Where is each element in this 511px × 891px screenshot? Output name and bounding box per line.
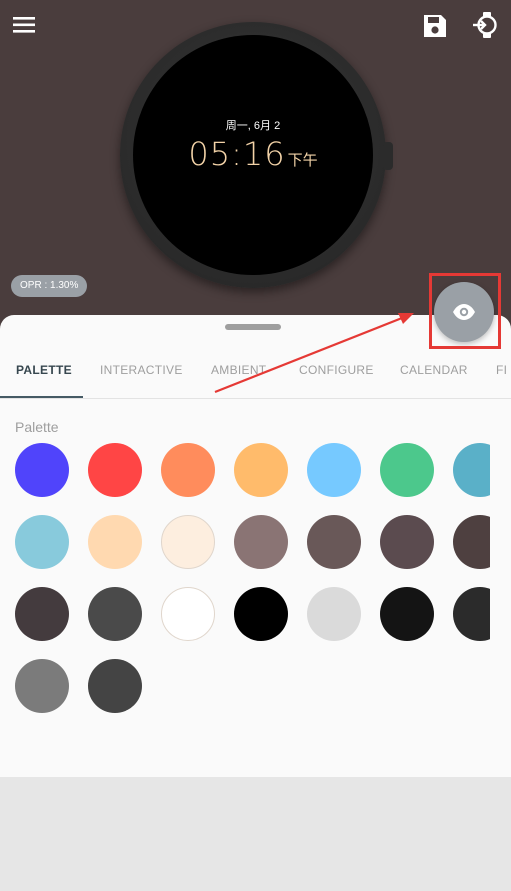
color-swatch[interactable] [380,443,434,497]
watch-time-digits: 05:16 [188,135,286,173]
watch-ampm: 下午 [287,151,318,169]
sync-to-watch-button[interactable] [471,10,501,40]
color-swatch[interactable] [161,443,215,497]
menu-button[interactable] [10,10,40,40]
color-swatch[interactable] [234,587,288,641]
color-swatch[interactable] [234,515,288,569]
color-swatch[interactable] [15,515,69,569]
preview-fab-button[interactable] [434,282,494,342]
color-swatch[interactable] [15,587,69,641]
watch-crown [383,142,393,170]
tab-calendar[interactable]: CALENDAR [400,353,468,398]
color-swatch[interactable] [88,515,142,569]
tab-fi[interactable]: FI [496,353,507,398]
tab-palette[interactable]: PALETTE [16,353,72,398]
color-swatch[interactable] [453,443,490,497]
color-swatch[interactable] [380,587,434,641]
color-swatch[interactable] [88,587,142,641]
tab-configure[interactable]: CONFIGURE [299,353,374,398]
color-swatch[interactable] [234,443,288,497]
color-swatch[interactable] [307,515,361,569]
watch-time: 05:16 下午 [133,135,373,173]
active-tab-indicator [0,396,83,398]
tab-ambient[interactable]: AMBIENT [211,353,266,398]
color-swatch[interactable] [15,443,69,497]
color-swatch[interactable] [453,515,490,569]
watch-face: 周一, 6月 2 05:16 下午 [133,35,373,275]
color-swatch[interactable] [88,659,142,713]
tab-bar: PALETTE INTERACTIVE AMBIENT CONFIGURE CA… [0,353,511,399]
color-swatch[interactable] [307,587,361,641]
color-swatch[interactable] [88,443,142,497]
color-swatch[interactable] [453,587,490,641]
watch-preview-area: 周一, 6月 2 05:16 下午 OPR : 1.30% [0,0,511,340]
bottom-sheet: PALETTE INTERACTIVE AMBIENT CONFIGURE CA… [0,315,511,777]
color-swatch[interactable] [307,443,361,497]
watch-date: 周一, 6月 2 [225,120,281,132]
tab-interactive[interactable]: INTERACTIVE [100,353,183,398]
color-swatch[interactable] [161,515,215,569]
floppy-save-icon [424,15,446,37]
eye-preview-icon [453,304,475,320]
color-swatch[interactable] [15,659,69,713]
opr-badge: OPR : 1.30% [11,275,88,297]
color-swatch[interactable] [161,587,215,641]
palette-section-label: Palette [15,419,59,435]
color-swatch[interactable] [380,515,434,569]
save-button[interactable] [420,11,450,41]
sheet-drag-handle[interactable] [225,324,281,330]
hamburger-menu-icon [13,17,35,33]
watch-sync-icon [473,12,497,38]
palette-swatch-grid [0,443,490,763]
